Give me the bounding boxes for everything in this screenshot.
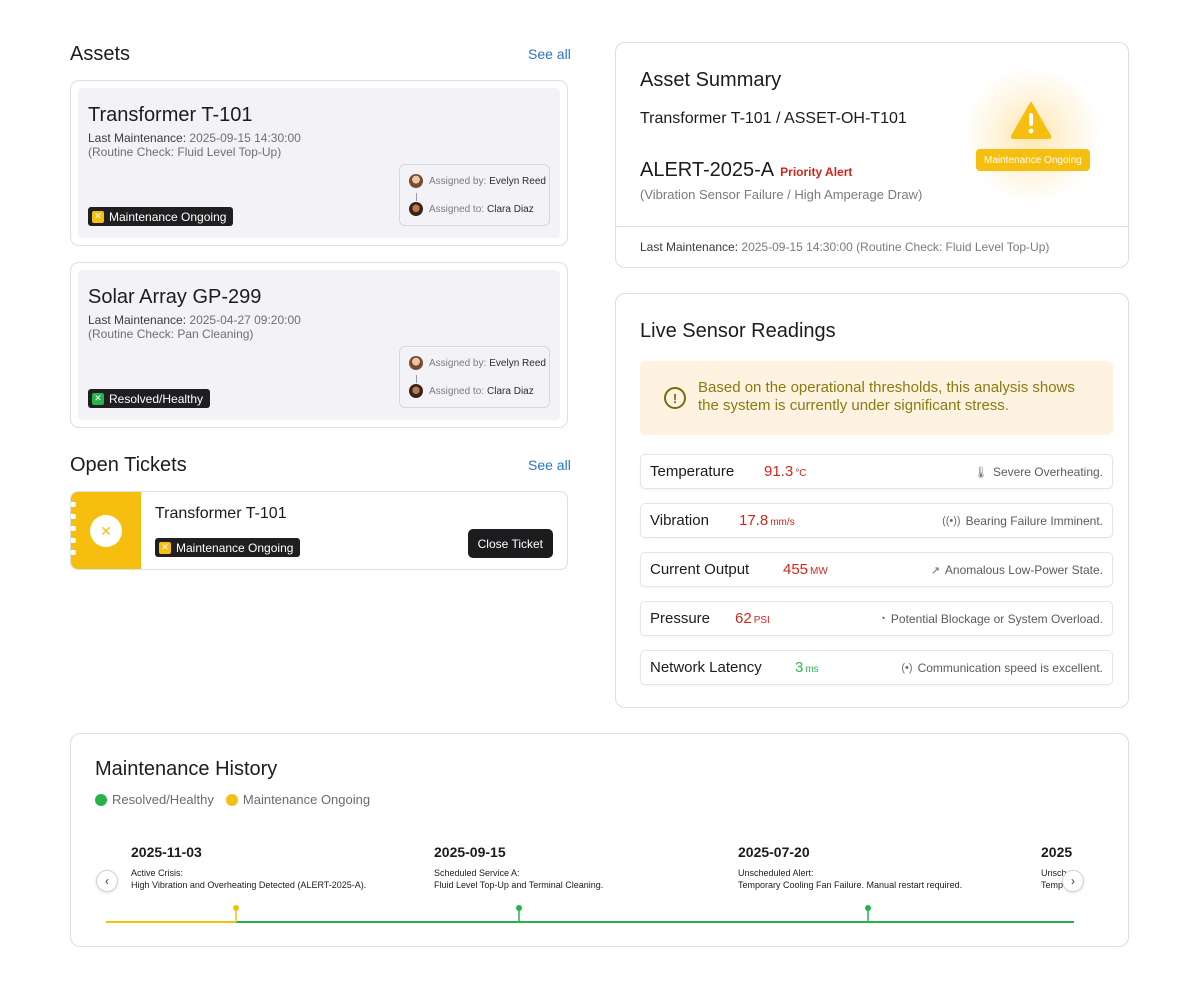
summary-asset: Transformer T-101 / ASSET-OH-T101 [640,110,907,127]
assignment-box: Assigned by: Evelyn Reed Assigned to: Clar… [399,346,550,408]
sensor-row-vibration: Vibration 17.8 mm/s ((•)) Bearing Failure … [640,503,1113,538]
sensor-row-temperature: Temperature 91.3 °C 🌡︎ Severe Overheating. [640,454,1113,489]
sensor-row-current-output: Current Output 455 MW ↗ Anomalous Low-Powe… [640,552,1113,587]
chevron-left-icon: ‹ [105,874,109,888]
history-legend: Resolved/Healthy Maintenance Ongoing [95,792,382,807]
alert-id: ALERT-2025-A Priority Alert [640,159,853,181]
alert-description: (Vibration Sensor Failure / High Amperag… [640,187,923,202]
asset-maintenance-info: Last Maintenance: 2025-04-27 09:20:00 (R… [88,313,301,341]
status-badge: ✕ Maintenance Ongoing [155,538,301,557]
close-ticket-button[interactable]: Close Ticket [467,529,553,558]
sensor-row-pressure: Pressure 62 PSI ◔ Potential Blockage or Sy… [640,601,1113,636]
tickets-see-all-link[interactable]: See all [528,457,571,473]
assets-title: Assets [70,43,131,65]
assets-see-all-link[interactable]: See all [528,46,571,62]
timeline-next-button[interactable]: › [1062,870,1084,892]
trend-icon: ↗ [930,564,940,577]
warning-icon [1010,102,1052,139]
asset-summary-panel: Asset Summary Transformer T-101 / ASSET-… [615,42,1129,268]
status-badge: ✕ Resolved/Healthy [88,389,211,408]
vibration-icon: ((•)) [942,515,961,527]
tickets-title: Open Tickets [70,454,187,476]
asset-card[interactable]: Solar Array GP-299 Last Maintenance: 202… [70,262,568,428]
yellow-dot-icon [225,793,238,806]
timeline-track [106,905,1074,923]
live-sensor-panel: Live Sensor Readings ! Based on the oper… [615,293,1129,708]
ticket-card[interactable]: ✕ Transformer T-101 ✕ Maintenance Ongoin… [70,491,568,570]
wrench-icon: ✕ [159,541,171,554]
summary-last-maintenance: Last Maintenance: 2025-09-15 14:30:00 (R… [640,240,1050,254]
wrench-icon: ✕ [92,210,104,223]
avatar [409,356,423,370]
live-title: Live Sensor Readings [640,320,836,342]
sensor-row-network-latency: Network Latency 3 ms (•) Communication spe… [640,650,1113,685]
history-title: Maintenance History [95,758,278,780]
asset-name: Transformer T-101 [88,104,253,126]
gauge-icon: ◔ [879,613,886,625]
asset-maintenance-info: Last Maintenance: 2025-09-15 14:30:00 (R… [88,131,301,159]
avatar [409,174,423,188]
ticket-name: Transformer T-101 [155,505,287,522]
timeline-event: 2025-11-03 Active Crisis: High Vibration… [131,844,367,890]
asset-card[interactable]: Transformer T-101 Last Maintenance: 2025… [70,80,568,246]
status-badge: ✕ Maintenance Ongoing [88,207,234,226]
timeline-event: 2025-09-15 Scheduled Service A: Fluid Le… [434,844,604,890]
signal-icon: (•) [901,662,913,674]
priority-label: Priority Alert [780,165,853,179]
green-dot-icon [95,793,107,806]
avatar [409,384,423,398]
timeline-prev-button[interactable]: ‹ [96,870,118,892]
chevron-right-icon: › [1071,874,1075,888]
asset-name: Solar Array GP-299 [88,286,262,308]
wrench-icon: ✕ [90,515,122,547]
assignment-box: Assigned by: Evelyn Reed Assigned to: Clar… [399,164,550,226]
stress-notice: ! Based on the operational thresholds, t… [640,361,1113,435]
timeline-event: 2025-07-20 Unscheduled Alert: Temporary … [738,844,963,890]
wrench-icon: ✕ [92,392,104,405]
maintenance-badge: Maintenance Ongoing [976,149,1090,171]
alert-circle-icon: ! [664,387,686,409]
summary-title: Asset Summary [640,69,782,91]
thermometer-icon: 🌡︎ [973,466,988,479]
maintenance-history-panel: Maintenance History Resolved/Healthy Mai… [70,733,1129,947]
avatar [409,202,423,216]
